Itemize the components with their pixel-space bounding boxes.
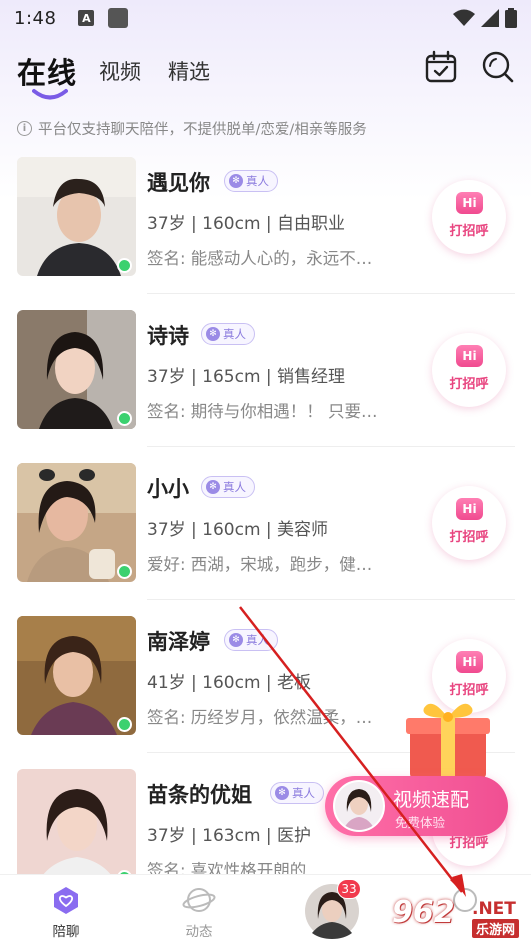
planet-icon	[182, 888, 216, 912]
badge-label: 真人	[223, 327, 246, 341]
verified-badge: ✻ 真人	[201, 323, 255, 345]
video-match-promo[interactable]: 视频速配 免费体验	[325, 776, 508, 836]
user-info: 37岁 | 165cm | 销售经理	[147, 367, 346, 387]
tab-online[interactable]: 在线	[17, 50, 77, 92]
user-signature: 爱好: 西湖，宋城，跑步，健…	[147, 555, 373, 574]
chat-heart-icon	[54, 887, 78, 914]
battery-icon	[505, 8, 517, 28]
verified-badge: ✻ 真人	[201, 476, 255, 498]
verified-icon: ✻	[206, 480, 220, 494]
user-info: 41岁 | 160cm | 老板	[147, 673, 312, 693]
notice-text: 平台仅支持聊天陪伴，不提供脱单/恋爱/相亲等服务	[38, 121, 367, 138]
greet-label: 打招呼	[449, 377, 489, 392]
tab-video[interactable]: 视频	[99, 56, 141, 86]
verified-icon: ✻	[206, 327, 220, 341]
status-bar: 1:48 A	[0, 0, 531, 36]
info-icon: i	[17, 120, 32, 136]
notification-a-icon: A	[78, 10, 95, 26]
greet-button[interactable]: Hi 打招呼	[432, 486, 506, 560]
user-avatar[interactable]	[17, 157, 136, 276]
user-name: 诗诗	[147, 324, 189, 348]
hi-icon: Hi	[456, 192, 483, 214]
nav-label-moments: 动态	[185, 924, 213, 940]
user-avatar[interactable]	[17, 616, 136, 735]
greet-button[interactable]: Hi 打招呼	[432, 333, 506, 407]
calendar-check-icon[interactable]	[424, 50, 458, 84]
user-name: 遇见你	[147, 171, 210, 195]
promo-subtitle: 免费体验	[395, 815, 446, 830]
user-info: 37岁 | 160cm | 美容师	[147, 520, 329, 540]
user-avatar[interactable]	[17, 463, 136, 582]
greet-button[interactable]: Hi 打招呼	[432, 180, 506, 254]
watermark-brand: 962	[392, 895, 455, 930]
divider	[147, 599, 515, 600]
divider	[147, 446, 515, 447]
user-info: 37岁 | 163cm | 医护	[147, 826, 312, 846]
online-indicator	[117, 411, 132, 426]
promo-avatar	[333, 780, 385, 832]
verified-icon: ✻	[229, 633, 243, 647]
online-indicator	[117, 717, 132, 732]
active-tab-indicator	[32, 89, 68, 100]
online-indicator	[117, 564, 132, 579]
user-name: 苗条的优姐	[147, 783, 252, 807]
nav-item-messages[interactable]	[282, 875, 382, 945]
verified-icon: ✻	[229, 174, 243, 188]
notification-square-icon	[108, 8, 129, 28]
greet-label: 打招呼	[449, 530, 489, 545]
wifi-icon	[453, 9, 475, 26]
verified-badge: ✻ 真人	[270, 782, 324, 804]
user-avatar[interactable]	[17, 769, 136, 888]
badge-label: 真人	[292, 786, 315, 800]
badge-label: 真人	[223, 480, 246, 494]
greet-label: 打招呼	[449, 224, 489, 239]
nav-item-moments[interactable]: 动态	[149, 875, 249, 945]
watermark-site: 乐游网	[472, 919, 520, 938]
user-card[interactable]: 诗诗 ✻ 真人 37岁 | 165cm | 销售经理 签名: 期待与你相遇！！ …	[0, 310, 531, 463]
hi-icon: Hi	[456, 498, 483, 520]
message-count-badge: 33	[337, 879, 361, 899]
watermark-suffix: .NET	[472, 899, 516, 919]
verified-badge: ✻ 真人	[224, 629, 278, 651]
user-name: 南泽婷	[147, 630, 210, 654]
user-signature: 签名: 历经岁月，依然温柔，…	[147, 708, 373, 727]
promo-title: 视频速配	[393, 789, 470, 811]
divider	[147, 293, 515, 294]
badge-label: 真人	[246, 174, 269, 188]
verified-badge: ✻ 真人	[224, 170, 278, 192]
status-indicators	[453, 8, 517, 28]
top-header: 在线 视频 精选	[0, 44, 531, 104]
site-watermark: 962 .NET 乐游网	[392, 893, 527, 941]
user-name: 小小	[147, 477, 189, 501]
search-icon[interactable]	[481, 50, 515, 84]
user-signature: 签名: 期待与你相遇！！ 只要…	[147, 402, 378, 421]
user-card[interactable]: 小小 ✻ 真人 37岁 | 160cm | 美容师 爱好: 西湖，宋城，跑步，健…	[0, 463, 531, 616]
user-card[interactable]: 遇见你 ✻ 真人 37岁 | 160cm | 自由职业 签名: 能感动人心的，永…	[0, 157, 531, 310]
badge-label: 真人	[246, 633, 269, 647]
gift-box-icon[interactable]	[402, 696, 494, 782]
signal-icon	[481, 9, 499, 27]
user-info: 37岁 | 160cm | 自由职业	[147, 214, 346, 234]
service-notice: i 平台仅支持聊天陪伴，不提供脱单/恋爱/相亲等服务	[17, 117, 367, 139]
nav-item-chat[interactable]: 陪聊	[16, 875, 116, 945]
hi-icon: Hi	[456, 651, 483, 673]
nav-label-chat: 陪聊	[52, 924, 80, 940]
user-avatar[interactable]	[17, 310, 136, 429]
tab-featured[interactable]: 精选	[168, 56, 210, 86]
online-indicator	[117, 258, 132, 273]
user-signature: 签名: 能感动人心的，永远不…	[147, 249, 373, 268]
status-time: 1:48	[14, 7, 57, 29]
hi-icon: Hi	[456, 345, 483, 367]
verified-icon: ✻	[275, 786, 289, 800]
